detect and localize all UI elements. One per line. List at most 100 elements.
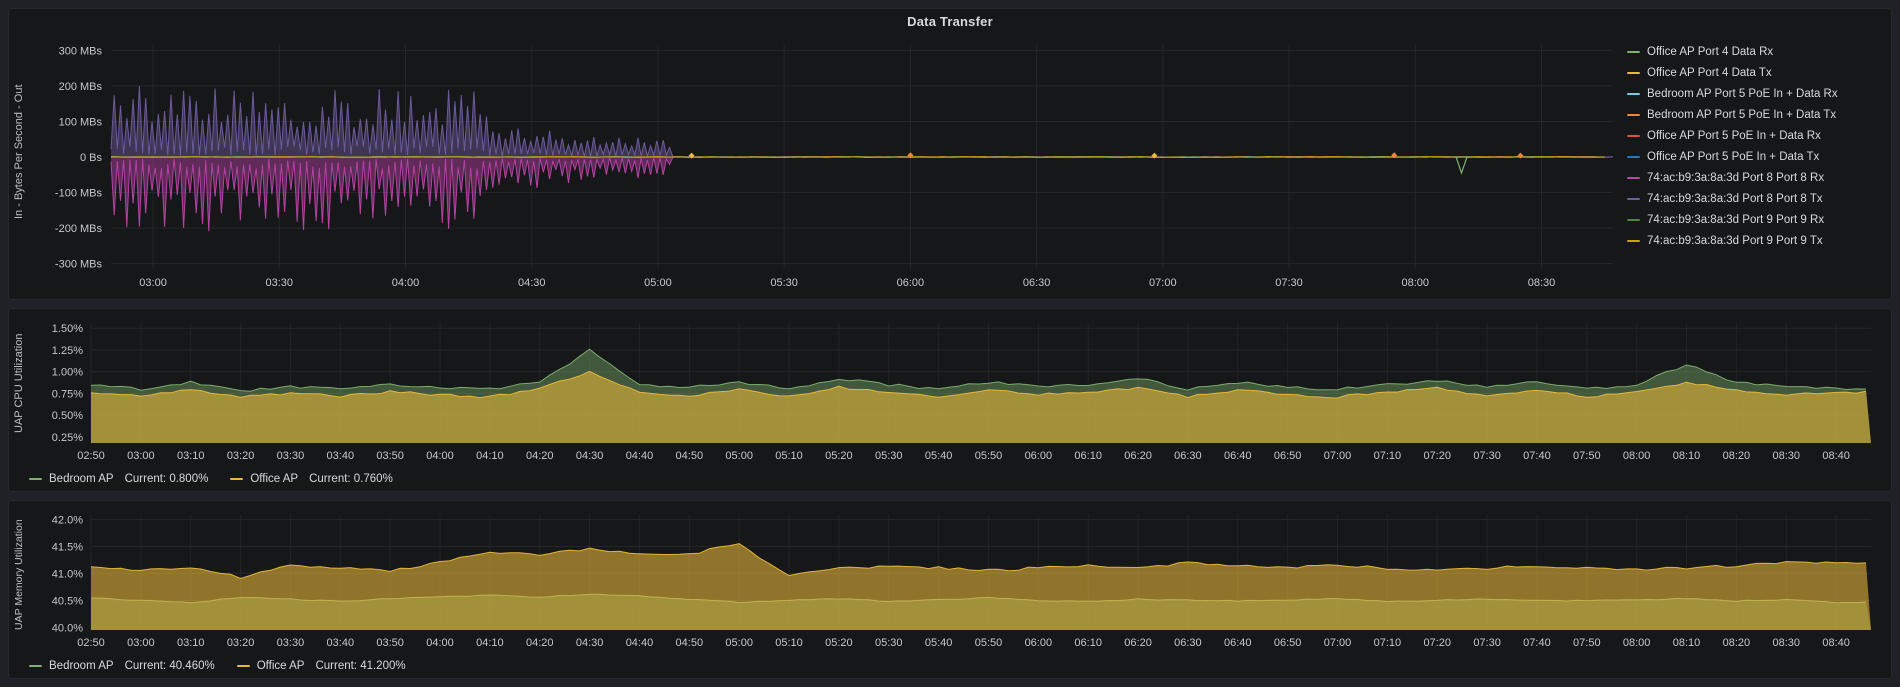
legend-color-dash: [1627, 198, 1640, 200]
x-tick-label: 05:00: [725, 637, 753, 649]
memory-chart[interactable]: 02:50 03:00 03:10 03:20 03:30 03:40 03:50 04:00…: [27, 507, 1883, 652]
x-tick-label: 06:00: [1025, 637, 1053, 649]
x-tick-label: 08:10: [1673, 450, 1701, 462]
legend-series-name: Bedroom AP: [49, 473, 114, 485]
x-tick-label: 03:40: [327, 637, 355, 649]
legend-color-dash: [1627, 156, 1640, 158]
x-tick-label: 06:20: [1124, 450, 1152, 462]
x-tick-label: 08:10: [1673, 637, 1701, 649]
legend-color-dash: [1627, 240, 1640, 242]
legend-series-name: Bedroom AP Port 5 PoE In + Data Rx: [1647, 88, 1838, 100]
x-tick-label: 07:50: [1573, 637, 1601, 649]
x-tick-label: 07:10: [1374, 637, 1402, 649]
legend-series-name: Office AP Port 4 Data Rx: [1647, 46, 1774, 58]
y-tick-label: 41.0%: [52, 568, 83, 580]
x-tick-label: 05:50: [975, 637, 1003, 649]
data-transfer-plot-area[interactable]: 03:00 03:30 04:00 04:30 05:00 05:30 06:00 06:30…: [27, 35, 1621, 295]
legend-item-bedroom-ap[interactable]: Bedroom AP Current: 0.800%: [29, 472, 208, 486]
legend-current-value: Current: 0.800%: [124, 473, 209, 485]
x-tick-label: 03:20: [227, 637, 255, 649]
y-tick-label: 200 MBs: [59, 81, 103, 93]
x-tick-label: 04:40: [626, 450, 654, 462]
legend-color-dash: [1627, 114, 1640, 116]
y-axis-label-cpu: UAP CPU Utilization: [13, 333, 25, 433]
x-tick-label: 03:50: [376, 450, 404, 462]
x-tick-label: 05:40: [925, 450, 953, 462]
x-tick-label: 06:50: [1274, 637, 1302, 649]
y-tick-label: 0.50%: [52, 410, 83, 422]
x-tick-label: 06:30: [1023, 277, 1051, 289]
x-tick-label: 03:30: [277, 637, 305, 649]
x-tick-label: 08:40: [1822, 637, 1850, 649]
series-fill-74-ac-b9-3a-8a-3d-port-8-port-8-rx: [111, 156, 1613, 232]
x-tick-label: 08:30: [1772, 450, 1800, 462]
x-tick-label: 02:50: [77, 450, 105, 462]
legend-item-74-ac-b9-3a-8a-3d-port-8-port-8-tx[interactable]: 74:ac:b9:3a:8a:3d Port 8 Port 8 Tx: [1627, 192, 1881, 206]
legend-color-dash: [29, 478, 42, 480]
panel-title-data-transfer[interactable]: Data Transfer: [9, 14, 1891, 29]
x-tick-label: 08:20: [1723, 450, 1751, 462]
cpu-plot-area[interactable]: 02:50 03:00 03:10 03:20 03:30 03:40 03:50 04:00…: [27, 315, 1883, 465]
x-tick-label: 06:30: [1174, 637, 1202, 649]
x-tick-label: 04:00: [426, 450, 454, 462]
legend-item-bedroom-ap-port-5-poe-in-data-rx[interactable]: Bedroom AP Port 5 PoE In + Data Rx: [1627, 87, 1881, 101]
legend-current-value: Current: 0.760%: [309, 473, 393, 485]
legend-series-name: Office AP Port 5 PoE In + Data Tx: [1647, 151, 1820, 163]
x-tick-label: 03:10: [177, 450, 205, 462]
x-tick-label: 07:00: [1149, 277, 1177, 289]
y-tick-label: 0 Bs: [80, 152, 103, 164]
x-tick-label: 04:50: [676, 450, 704, 462]
series-fill-office-ap: [91, 371, 1871, 443]
x-tick-label: 08:00: [1623, 450, 1651, 462]
x-tick-label: 03:50: [376, 637, 404, 649]
legend-item-office-ap-port-5-poe-in-data-rx[interactable]: Office AP Port 5 PoE In + Data Rx: [1627, 129, 1881, 143]
legend-series-name: 74:ac:b9:3a:8a:3d Port 8 Port 8 Tx: [1647, 193, 1823, 205]
cpu-chart[interactable]: 02:50 03:00 03:10 03:20 03:30 03:40 03:50 04:00…: [27, 315, 1883, 465]
legend-item-74-ac-b9-3a-8a-3d-port-9-port-9-tx[interactable]: 74:ac:b9:3a:8a:3d Port 9 Port 9 Tx: [1627, 234, 1881, 248]
x-tick-label: 05:00: [644, 277, 672, 289]
legend-series-name: Office AP Port 4 Data Tx: [1647, 67, 1772, 79]
x-tick-label: 05:00: [725, 450, 753, 462]
event-spike: [1455, 156, 1468, 175]
legend-item-74-ac-b9-3a-8a-3d-port-9-port-9-rx[interactable]: 74:ac:b9:3a:8a:3d Port 9 Port 9 Rx: [1627, 213, 1881, 227]
x-tick-label: 08:00: [1623, 637, 1651, 649]
legend-item-office-ap[interactable]: Office AP Current: 0.760%: [230, 472, 393, 486]
legend-color-dash: [29, 665, 42, 667]
data-transfer-chart[interactable]: 03:00 03:30 04:00 04:30 05:00 05:30 06:00 06:30…: [27, 35, 1621, 295]
legend-item-office-ap-port-4-data-rx[interactable]: Office AP Port 4 Data Rx: [1627, 45, 1881, 59]
panel-uap-memory-utilization: UAP Memory Utilization 02:50 03:00 03:10 03…: [8, 500, 1892, 679]
legend-item-74-ac-b9-3a-8a-3d-port-8-port-8-rx[interactable]: 74:ac:b9:3a:8a:3d Port 8 Port 8 Rx: [1627, 171, 1881, 185]
legend-color-dash: [1627, 219, 1640, 221]
x-tick-label: 08:20: [1723, 637, 1751, 649]
x-tick-label: 04:30: [576, 637, 604, 649]
x-tick-label: 07:30: [1473, 450, 1501, 462]
legend-color-dash: [1627, 51, 1640, 53]
memory-legend: Bedroom AP Current: 40.460% Office AP Curre…: [29, 658, 406, 674]
legend-item-office-ap-port-5-poe-in-data-tx[interactable]: Office AP Port 5 PoE In + Data Tx: [1627, 150, 1881, 164]
x-tick-label: 08:00: [1401, 277, 1429, 289]
x-tick-label: 06:30: [1174, 450, 1202, 462]
memory-plot-area[interactable]: 02:50 03:00 03:10 03:20 03:30 03:40 03:50 04:00…: [27, 507, 1883, 652]
legend-item-office-ap-port-4-data-tx[interactable]: Office AP Port 4 Data Tx: [1627, 66, 1881, 80]
x-tick-label: 04:30: [518, 277, 546, 289]
legend-item-bedroom-ap[interactable]: Bedroom AP Current: 40.460%: [29, 659, 215, 673]
x-tick-label: 08:30: [1772, 637, 1800, 649]
y-tick-label: 40.5%: [52, 595, 83, 607]
x-tick-label: 04:40: [626, 637, 654, 649]
legend-color-dash: [1627, 72, 1640, 74]
x-tick-label: 04:30: [576, 450, 604, 462]
x-tick-label: 07:20: [1423, 450, 1451, 462]
legend-item-bedroom-ap-port-5-poe-in-data-tx[interactable]: Bedroom AP Port 5 PoE In + Data Tx: [1627, 108, 1881, 122]
x-tick-label: 06:10: [1074, 637, 1102, 649]
data-transfer-legend: Office AP Port 4 Data Rx Office AP Port 4…: [1627, 45, 1881, 248]
legend-item-office-ap[interactable]: Office AP Current: 41.200%: [236, 659, 406, 673]
x-tick-label: 03:40: [327, 450, 355, 462]
legend-series-name: 74:ac:b9:3a:8a:3d Port 8 Port 8 Rx: [1647, 172, 1825, 184]
x-tick-label: 07:50: [1573, 450, 1601, 462]
x-tick-label: 03:00: [127, 637, 155, 649]
x-tick-label: 06:40: [1224, 450, 1252, 462]
x-tick-label: 07:00: [1324, 450, 1352, 462]
x-tick-label: 04:20: [526, 637, 554, 649]
x-tick-label: 07:20: [1423, 637, 1451, 649]
y-tick-label: 1.50%: [52, 323, 83, 335]
